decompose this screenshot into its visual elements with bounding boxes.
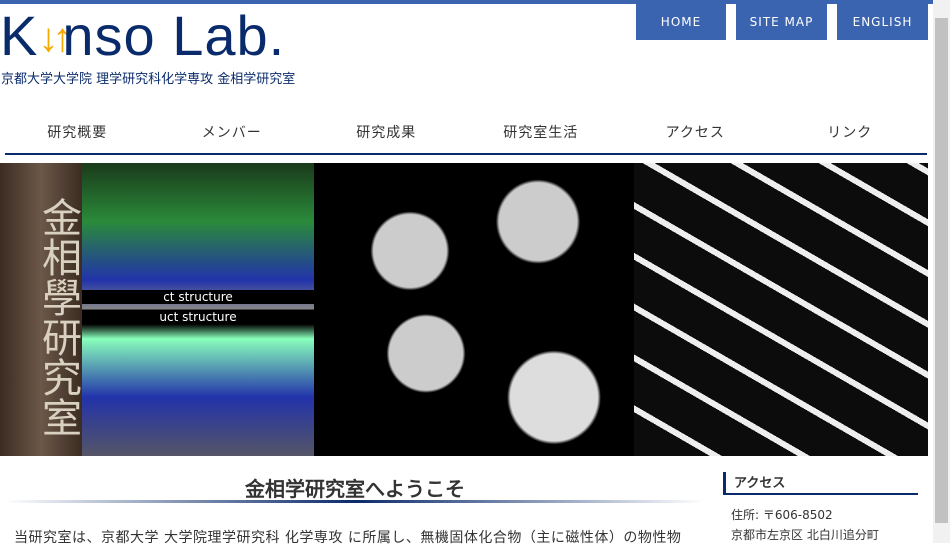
menu-access[interactable]: アクセス [618,122,773,142]
ct-label: ct structure [82,290,314,304]
access-heading: アクセス [723,472,918,495]
spin-arrows-icon: ↓↑ [38,16,72,60]
english-button[interactable]: ENGLISH [837,4,928,40]
site-subtitle: 京都大学大学院 理学研究科化学専攻 金相学研究室 [1,72,296,87]
logo-text: K [0,4,39,67]
crystal-structure-image: ct structure uct structure [82,163,314,456]
calligraphy-image: 金相學研究室 [0,163,82,456]
title-underline [5,500,705,503]
menu-results[interactable]: 研究成果 [309,122,464,142]
menu-divider [5,153,927,155]
home-button[interactable]: HOME [636,4,726,40]
cluster-image [314,163,634,456]
page-title: 金相学研究室へようこそ [245,477,465,501]
menu-links[interactable]: リンク [773,122,928,142]
uct-label: uct structure [82,310,314,324]
site-logo[interactable]: K↓↑nso Lab. [0,6,285,68]
spin-lattice-image [634,163,928,456]
main-menu: 研究概要 メンバー 研究成果 研究室生活 アクセス リンク [0,122,927,142]
sitemap-button[interactable]: SITE MAP [736,4,827,40]
scrollbar-thumb[interactable] [935,18,948,523]
logo-text: nso Lab. [62,4,286,67]
top-nav: HOME SITE MAP ENGLISH [636,4,928,40]
menu-members[interactable]: メンバー [155,122,310,142]
intro-text: 当研究室は、京都大学 大学院理学研究科 化学専攻 に所属し、無機固体化合物（主に… [14,530,682,546]
scrollbar[interactable] [933,0,950,543]
address-postal: 住所: 〒606-8502 [731,508,833,522]
menu-research[interactable]: 研究概要 [0,122,155,142]
address-street: 京都市左京区 北白川追分町 [731,528,879,542]
menu-lab-life[interactable]: 研究室生活 [464,122,619,142]
banner-image: 金相學研究室 ct structure uct structure [0,163,928,456]
